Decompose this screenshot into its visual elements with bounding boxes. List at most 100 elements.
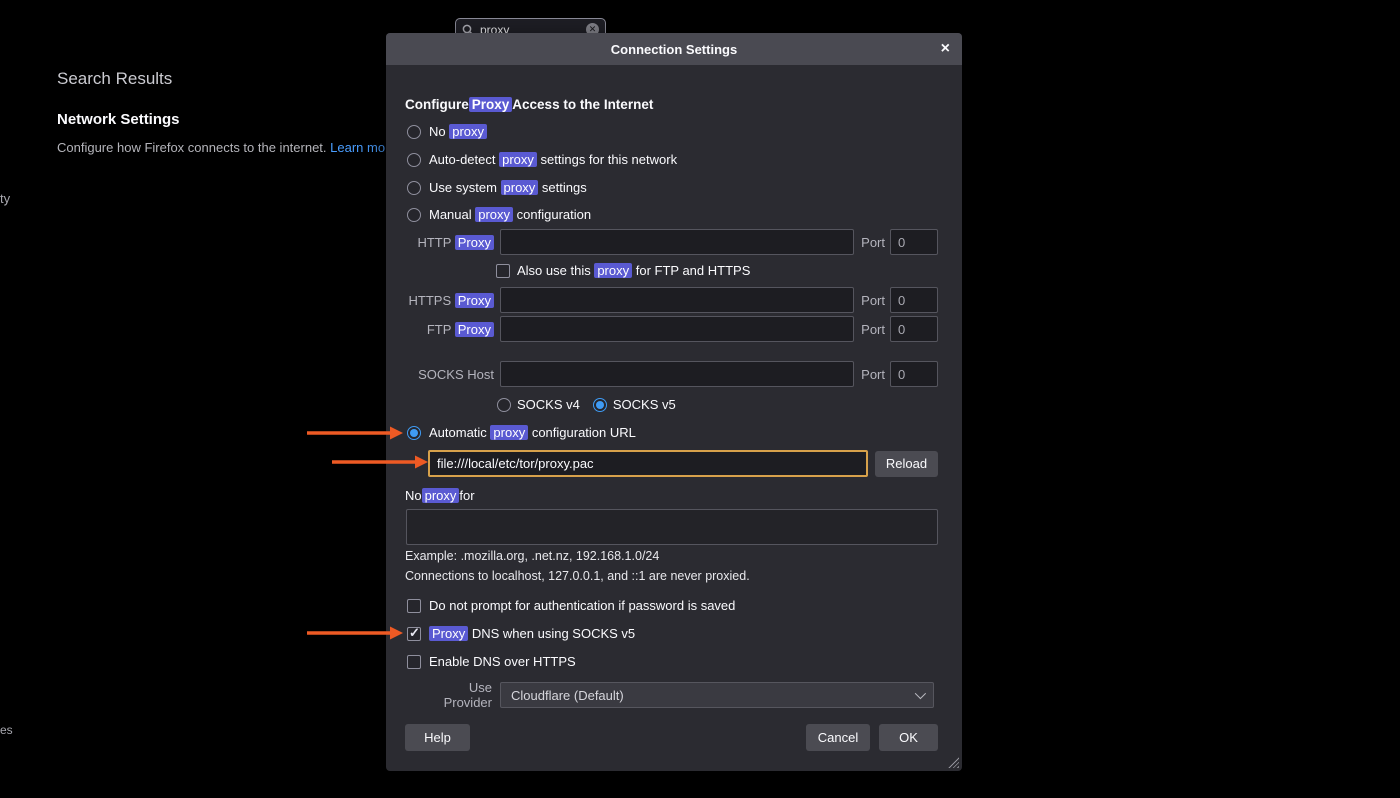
ftp-proxy-input[interactable]	[500, 316, 854, 342]
ftp-proxy-row: FTP Proxy Port	[405, 316, 938, 342]
label-text: HTTPS	[409, 293, 455, 308]
search-highlight: proxy	[499, 152, 537, 167]
label-text: Auto-detect	[429, 152, 499, 167]
http-proxy-input[interactable]	[500, 229, 854, 255]
dialog-footer: Help Cancel OK	[405, 724, 938, 751]
cancel-button[interactable]: Cancel	[806, 724, 870, 751]
label-text: settings	[538, 180, 586, 195]
label-text: configuration URL	[528, 425, 636, 440]
no-proxy-example: Example: .mozilla.org, .net.nz, 192.168.…	[405, 549, 938, 563]
label-text: Manual	[429, 207, 475, 222]
radio-icon[interactable]	[593, 398, 607, 412]
dns-provider-select[interactable]: Cloudflare (Default)	[500, 682, 934, 708]
label-text: Also use this	[517, 263, 594, 278]
radio-icon[interactable]	[407, 426, 421, 440]
radio-icon[interactable]	[497, 398, 511, 412]
socks-v4-label: SOCKS v4	[517, 397, 580, 412]
port-label: Port	[861, 322, 885, 337]
label-text: FTP	[427, 322, 455, 337]
label-text: Enable DNS over HTTPS	[429, 654, 576, 669]
also-use-proxy-row[interactable]: Also use this proxy for FTP and HTTPS	[496, 263, 938, 278]
port-label: Port	[861, 293, 885, 308]
ok-button[interactable]: OK	[879, 724, 938, 751]
checkbox-icon[interactable]	[496, 264, 510, 278]
search-results-title: Search Results	[57, 69, 172, 89]
label-text: for FTP and HTTPS	[632, 263, 750, 278]
https-port-input[interactable]	[890, 287, 938, 313]
search-highlight: Proxy	[455, 293, 494, 308]
radio-row-system-proxy[interactable]: Use system proxy settings	[407, 180, 938, 195]
reload-button[interactable]: Reload	[875, 451, 938, 477]
label-text: SOCKS Host	[418, 367, 494, 382]
socks-host-input[interactable]	[500, 361, 854, 387]
chevron-down-icon	[915, 688, 926, 699]
label-text: for	[459, 488, 474, 503]
no-proxy-note: Connections to localhost, 127.0.0.1, and…	[405, 569, 938, 583]
no-proxy-for-label: No proxy for	[405, 488, 938, 503]
https-proxy-row: HTTPS Proxy Port	[405, 287, 938, 313]
annotation-arrow	[307, 426, 403, 443]
http-port-input[interactable]	[890, 229, 938, 255]
sidebar-text-fragment: es	[0, 723, 13, 737]
radio-label: No proxy	[429, 124, 487, 139]
checkbox-icon[interactable]	[407, 627, 421, 641]
http-proxy-label: HTTP Proxy	[405, 235, 494, 250]
radio-label: Automatic proxy configuration URL	[429, 425, 636, 440]
annotation-arrow	[332, 455, 428, 472]
socks-host-label: SOCKS Host	[405, 367, 494, 382]
radio-icon[interactable]	[407, 208, 421, 222]
socks-port-input[interactable]	[890, 361, 938, 387]
radio-row-no-proxy[interactable]: No proxy	[407, 124, 938, 139]
close-icon[interactable]: ×	[941, 39, 950, 59]
socks-version-row: SOCKS v4 SOCKS v5	[497, 397, 938, 412]
search-highlight: proxy	[490, 425, 528, 440]
checkbox-icon[interactable]	[407, 599, 421, 613]
resize-grip[interactable]	[948, 757, 959, 768]
checkbox-row-proxy-dns-socks5[interactable]: Proxy DNS when using SOCKS v5	[407, 626, 938, 641]
checkbox-row-no-auth-prompt[interactable]: Do not prompt for authentication if pass…	[407, 598, 938, 613]
auto-proxy-url-input[interactable]	[428, 450, 868, 477]
https-proxy-label: HTTPS Proxy	[405, 293, 494, 308]
no-proxy-for-textarea[interactable]	[406, 509, 938, 545]
label-text: No	[405, 488, 422, 503]
auto-url-row: Reload	[428, 450, 938, 477]
search-highlight: Proxy	[469, 97, 513, 112]
learn-more-link[interactable]: Learn mor	[330, 140, 389, 155]
label-text: HTTP	[417, 235, 454, 250]
http-proxy-row: HTTP Proxy Port	[405, 229, 938, 255]
search-highlight: proxy	[449, 124, 487, 139]
connection-settings-dialog: Connection Settings × Configure Proxy Ac…	[386, 33, 962, 771]
label-text: DNS when using SOCKS v5	[468, 626, 635, 641]
selected-provider-value: Cloudflare (Default)	[511, 688, 624, 703]
network-settings-description: Configure how Firefox connects to the in…	[57, 140, 389, 155]
search-highlight: proxy	[422, 488, 460, 503]
port-label: Port	[861, 235, 885, 250]
radio-label: Auto-detect proxy settings for this netw…	[429, 152, 677, 167]
radio-row-manual-proxy[interactable]: Manual proxy configuration	[407, 207, 938, 222]
https-proxy-input[interactable]	[500, 287, 854, 313]
label-text: Configure	[405, 97, 469, 112]
checkbox-label: Also use this proxy for FTP and HTTPS	[517, 263, 750, 278]
search-highlight: Proxy	[455, 322, 494, 337]
radio-icon[interactable]	[407, 125, 421, 139]
dns-provider-row: Use Provider Cloudflare (Default)	[428, 680, 934, 710]
label-text: Do not prompt for authentication if pass…	[429, 598, 735, 613]
radio-icon[interactable]	[407, 181, 421, 195]
dialog-title: Connection Settings	[611, 42, 737, 57]
checkbox-label: Do not prompt for authentication if pass…	[429, 598, 735, 613]
use-provider-label: Use Provider	[428, 680, 492, 710]
checkbox-icon[interactable]	[407, 655, 421, 669]
radio-icon[interactable]	[407, 153, 421, 167]
checkbox-label: Proxy DNS when using SOCKS v5	[429, 626, 635, 641]
dialog-heading: Configure Proxy Access to the Internet	[405, 97, 938, 112]
checkbox-row-dns-over-https[interactable]: Enable DNS over HTTPS	[407, 654, 938, 669]
label-text: Automatic	[429, 425, 490, 440]
radio-row-auto-url[interactable]: Automatic proxy configuration URL	[407, 425, 938, 440]
label-text: No	[429, 124, 449, 139]
ftp-proxy-label: FTP Proxy	[405, 322, 494, 337]
search-highlight: proxy	[594, 263, 632, 278]
radio-row-auto-detect[interactable]: Auto-detect proxy settings for this netw…	[407, 152, 938, 167]
help-button[interactable]: Help	[405, 724, 470, 751]
label-text: Configure how Firefox connects to the in…	[57, 140, 330, 155]
ftp-port-input[interactable]	[890, 316, 938, 342]
